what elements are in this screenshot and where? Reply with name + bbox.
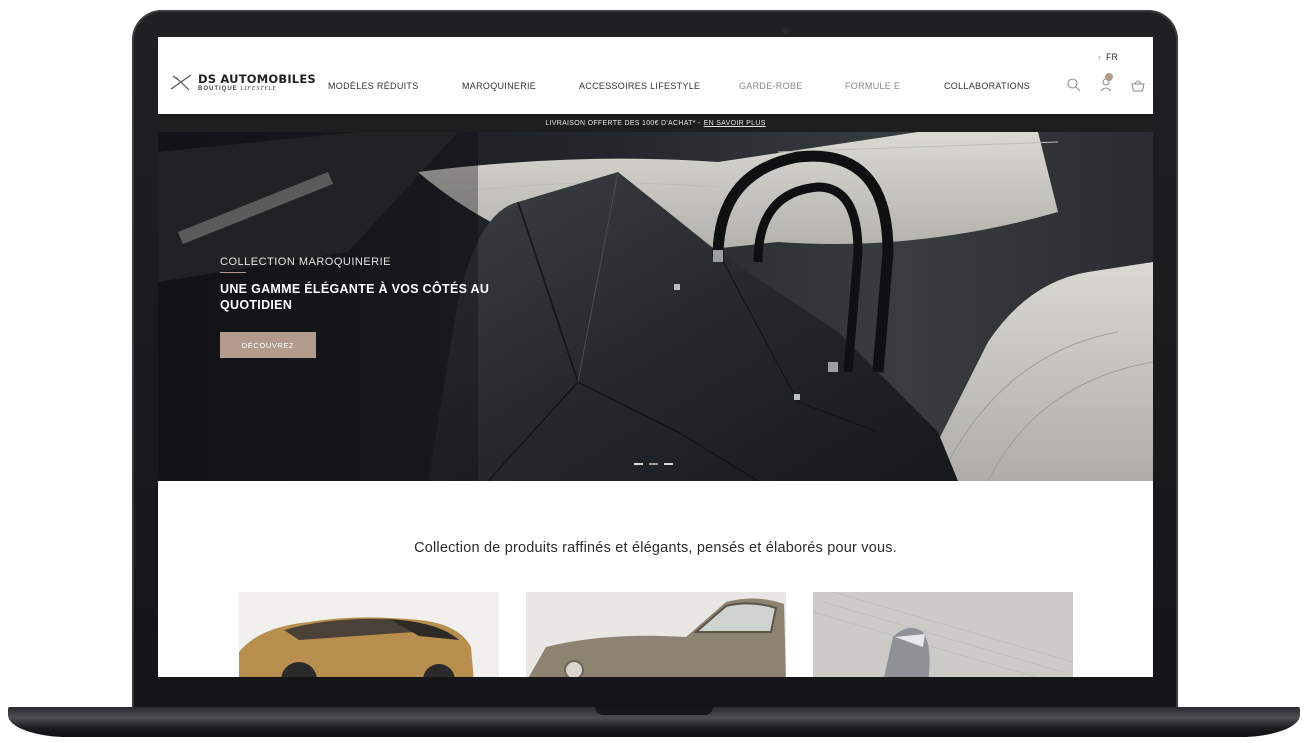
carousel-dots xyxy=(634,463,673,465)
product-card-accessory[interactable] xyxy=(813,592,1073,677)
laptop-notch xyxy=(595,707,713,715)
nav-item-collaborations[interactable]: COLLABORATIONS xyxy=(944,81,1030,91)
logo-subtitle: BOUTIQUE LIFESTYLE xyxy=(198,86,277,92)
ds-wings-icon xyxy=(170,74,192,91)
nav-item-formule-e[interactable]: FORMULE E xyxy=(845,81,900,91)
intro-text: Collection de produits raffinés et éléga… xyxy=(414,540,897,556)
basket-icon[interactable] xyxy=(1130,77,1148,95)
site-header: ‹ FR DS AUTOMOBILES BOUTIQUE LIFESTYLE M… xyxy=(158,37,1153,114)
promo-bar: LIVRAISON OFFERTE DES 100€ D'ACHAT* - EN… xyxy=(158,114,1153,132)
promo-link[interactable]: EN SAVOIR PLUS xyxy=(704,120,766,127)
promo-text: LIVRAISON OFFERTE DES 100€ D'ACHAT* - xyxy=(545,119,701,127)
car-image xyxy=(239,592,499,677)
header-icons xyxy=(1066,73,1148,95)
language-selector[interactable]: ‹ FR xyxy=(1098,52,1118,62)
screen: ‹ FR DS AUTOMOBILES BOUTIQUE LIFESTYLE M… xyxy=(158,37,1153,677)
logo-brand: DS AUTOMOBILES xyxy=(198,72,316,86)
camera xyxy=(782,28,788,34)
classic-car-image xyxy=(526,592,786,677)
nav-item-garde-robe[interactable]: GARDE-ROBE xyxy=(739,81,803,91)
search-icon[interactable] xyxy=(1066,77,1084,95)
nav-item-accessoires-lifestyle[interactable]: ACCESSOIRES LIFESTYLE xyxy=(579,81,700,91)
nav-item-modeles-reduits[interactable]: MODÈLES RÉDUITS xyxy=(328,81,419,91)
hero-banner: COLLECTION MAROQUINERIE UNE GAMME ÉLÉGAN… xyxy=(158,132,1153,481)
hero-eyebrow: COLLECTION MAROQUINERIE xyxy=(220,256,392,268)
hero-title: UNE GAMME ÉLÉGANTE À VOS CÔTÉS AU QUOTID… xyxy=(220,282,490,312)
account-icon[interactable] xyxy=(1098,73,1116,95)
product-card-model-car[interactable] xyxy=(239,592,499,677)
account-badge xyxy=(1105,73,1113,81)
nav-item-maroquinerie[interactable]: MAROQUINERIE xyxy=(462,81,536,91)
carousel-dot-2[interactable] xyxy=(649,463,658,465)
discover-button[interactable]: DÉCOUVREZ xyxy=(220,332,316,358)
language-label: FR xyxy=(1106,52,1118,62)
product-card-classic-car[interactable] xyxy=(526,592,786,677)
carousel-dot-1[interactable] xyxy=(634,463,643,465)
chevron-left-icon: ‹ xyxy=(1098,52,1101,62)
logo[interactable]: DS AUTOMOBILES BOUTIQUE LIFESTYLE xyxy=(170,73,316,93)
hero-divider xyxy=(220,272,246,273)
carousel-dot-3[interactable] xyxy=(664,463,673,465)
accessory-image xyxy=(813,592,1073,677)
